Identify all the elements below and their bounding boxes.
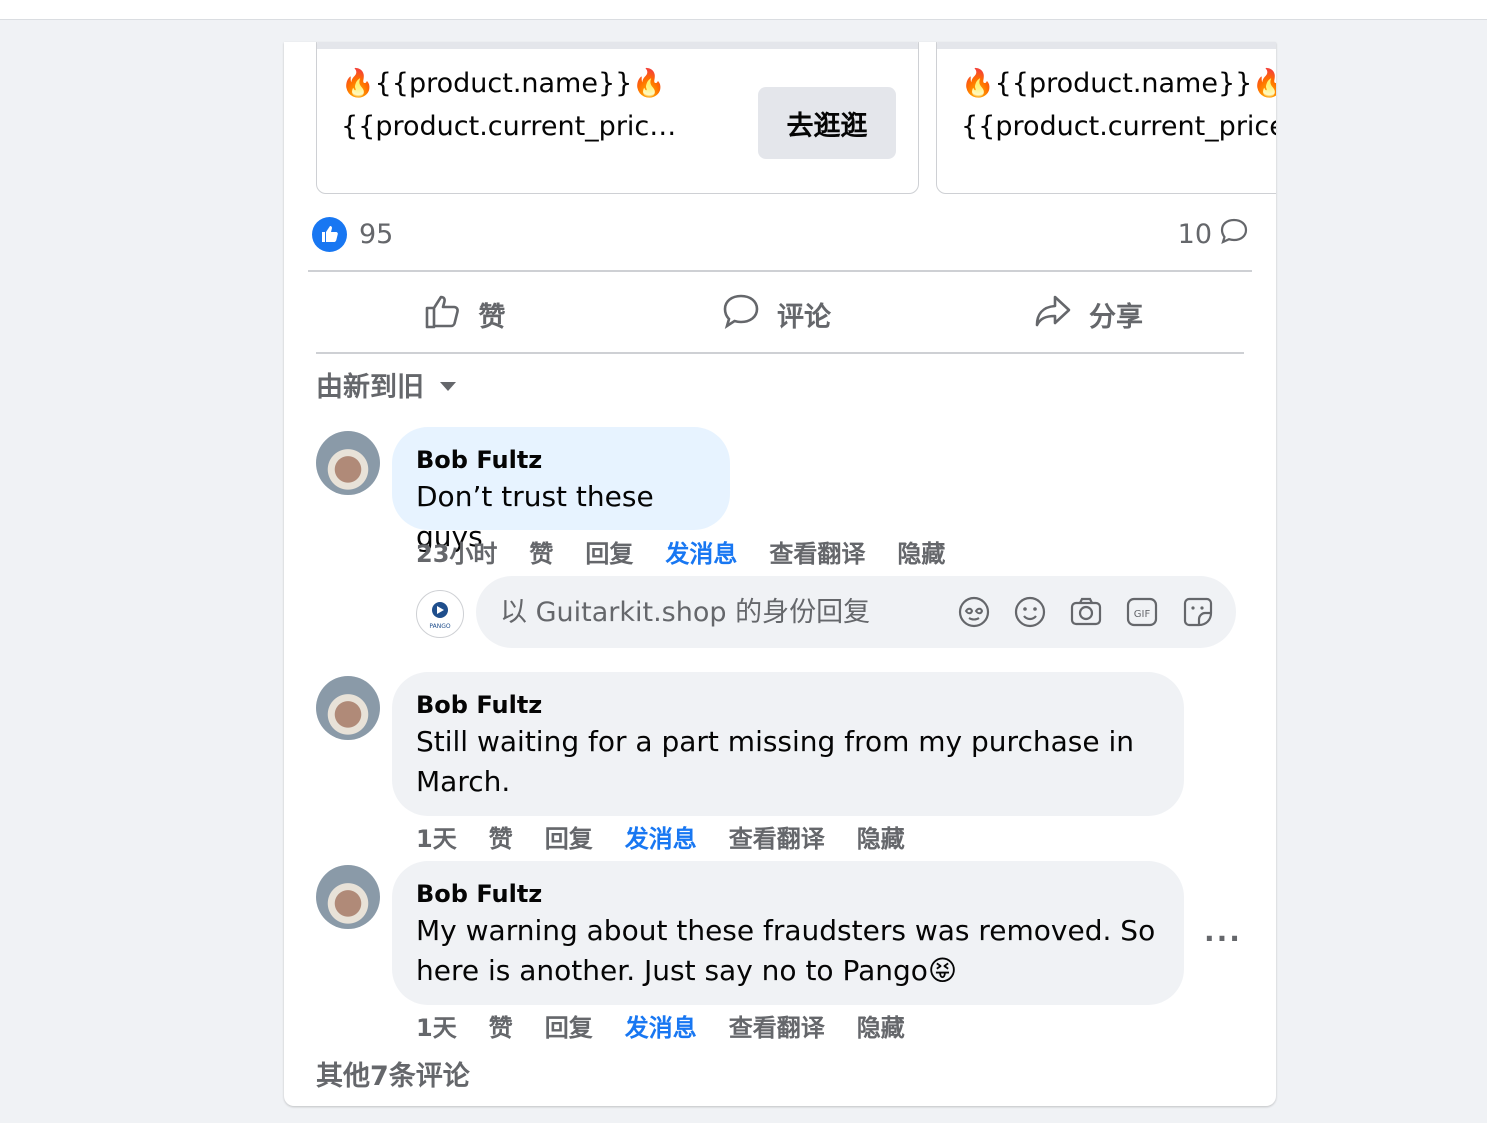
svg-text:PANGO: PANGO	[429, 623, 450, 630]
view-more-comments-link[interactable]: 其他7条评论	[316, 1054, 470, 1093]
like-label: 赞	[478, 301, 506, 333]
shop-now-button[interactable]: 去逛逛	[758, 87, 896, 159]
product-name: 🔥{{product.name}}🔥	[961, 68, 1276, 99]
post-actions: 赞 评论 分享	[308, 274, 1244, 354]
reply-input[interactable]	[500, 576, 920, 648]
divider	[316, 352, 1244, 354]
comment-message-link[interactable]: 发消息	[625, 1008, 697, 1043]
comment-translate-link[interactable]: 查看翻译	[729, 819, 825, 854]
product-image-edge	[937, 42, 1276, 49]
like-summary[interactable]: 95	[312, 216, 393, 252]
avatar[interactable]	[316, 676, 380, 740]
gif-icon[interactable]: GIF	[1124, 594, 1160, 630]
product-card[interactable]: 🔥{{product.name}}🔥 {{product.current_pri…	[936, 42, 1276, 194]
caret-down-icon	[438, 369, 458, 400]
reply-box: GIF	[476, 576, 1236, 648]
comment-text: Still waiting for a part missing from my…	[416, 725, 1134, 798]
like-count: 95	[359, 218, 394, 250]
thumbs-up-icon	[423, 291, 463, 338]
page-avatar: PANGO	[416, 590, 464, 638]
comment-hide-link[interactable]: 隐藏	[857, 819, 905, 854]
camera-icon[interactable]	[1068, 594, 1104, 630]
comment-author[interactable]: Bob Fultz	[416, 877, 1160, 911]
comment-label: 评论	[777, 301, 831, 333]
comment-bubble: Bob Fultz My warning about these fraudst…	[392, 861, 1184, 1005]
comment-timestamp[interactable]: 23小时	[416, 534, 497, 569]
avatar[interactable]	[316, 865, 380, 929]
sticker-icon[interactable]	[1180, 594, 1216, 630]
share-label: 分享	[1089, 301, 1143, 333]
comment-message-link[interactable]: 发消息	[665, 534, 737, 569]
sort-label: 由新到旧	[316, 371, 424, 403]
comment-hide-link[interactable]: 隐藏	[857, 1008, 905, 1043]
comment-bubble: Bob Fultz Still waiting for a part missi…	[392, 672, 1184, 816]
comment-bubble: Bob Fultz Don’t trust these guys	[392, 427, 730, 553]
comment-author[interactable]: Bob Fultz	[416, 443, 706, 477]
comment-timestamp[interactable]: 1天	[416, 819, 457, 854]
share-arrow-icon	[1033, 291, 1073, 338]
comment-hide-link[interactable]: 隐藏	[897, 534, 945, 569]
product-card[interactable]: 🔥{{product.name}}🔥 {{product.current_pri…	[316, 42, 919, 194]
comment-reply-link[interactable]: 回复	[545, 819, 593, 854]
product-price: {{product.current_price}}	[961, 111, 1276, 142]
post-card: 🔥{{product.name}}🔥 {{product.current_pri…	[284, 42, 1276, 1106]
comment-icon	[721, 291, 761, 338]
product-carousel: 🔥{{product.name}}🔥 {{product.current_pri…	[284, 42, 1276, 195]
top-bar	[0, 0, 1487, 20]
comment-translate-link[interactable]: 查看翻译	[729, 1008, 825, 1043]
like-reaction-icon	[312, 216, 347, 252]
comment-meta: 1天 赞 回复 发消息 查看翻译 隐藏	[416, 1008, 905, 1043]
comment-reply-link[interactable]: 回复	[545, 1008, 593, 1043]
comment-sort-dropdown[interactable]: 由新到旧	[316, 364, 458, 404]
comment-timestamp[interactable]: 1天	[416, 1008, 457, 1043]
more-options-button[interactable]: ···	[1204, 922, 1242, 955]
comment-like-link[interactable]: 赞	[489, 819, 513, 854]
comment-like-link[interactable]: 赞	[489, 1008, 513, 1043]
comment-author[interactable]: Bob Fultz	[416, 688, 1160, 722]
like-button[interactable]: 赞	[308, 274, 620, 354]
avatar[interactable]	[316, 431, 380, 495]
product-image-edge	[317, 42, 918, 49]
comment-reply-link[interactable]: 回复	[585, 534, 633, 569]
comment-button[interactable]: 评论	[620, 274, 932, 354]
comment-translate-link[interactable]: 查看翻译	[769, 534, 865, 569]
divider	[308, 270, 1252, 272]
svg-text:GIF: GIF	[1134, 609, 1151, 620]
comment-bubble-icon	[1218, 215, 1250, 254]
avatar-sticker-icon[interactable]	[956, 594, 992, 630]
share-button[interactable]: 分享	[932, 274, 1244, 354]
comment-text: My warning about these fraudsters was re…	[416, 914, 1156, 987]
product-price: {{product.current_price}}	[341, 111, 686, 142]
emoji-icon[interactable]	[1012, 594, 1048, 630]
comment-summary[interactable]: 10	[1178, 216, 1250, 252]
comment-meta: 23小时 赞 回复 发消息 查看翻译 隐藏	[416, 534, 945, 569]
comment-like-link[interactable]: 赞	[529, 534, 553, 569]
comment-message-link[interactable]: 发消息	[625, 819, 697, 854]
reply-tools: GIF	[956, 594, 1216, 630]
comment-meta: 1天 赞 回复 发消息 查看翻译 隐藏	[416, 819, 905, 854]
product-name: 🔥{{product.name}}🔥	[341, 68, 666, 99]
comment-count: 10	[1177, 218, 1212, 250]
